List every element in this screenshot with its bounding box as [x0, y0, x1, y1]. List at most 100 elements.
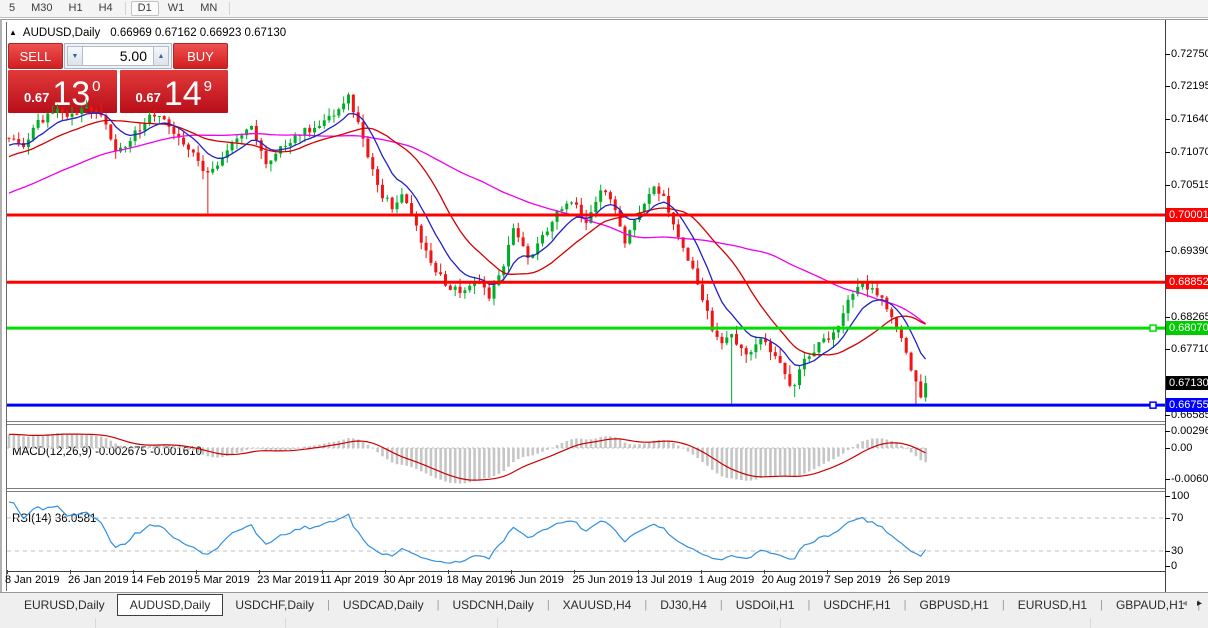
price-tick-label: 0.67710	[1171, 343, 1208, 356]
date-axis-label: 30 Apr 2019	[383, 574, 442, 586]
tab-eurusd-daily[interactable]: EURUSD,Daily	[12, 595, 117, 615]
price-tick-label: 0.70515	[1171, 179, 1208, 192]
status-strip	[0, 617, 1208, 628]
scroll-tabs-left-icon[interactable]: ◂	[1182, 598, 1187, 609]
statusbar-cell-divider	[1090, 618, 1091, 628]
price-axis-border	[1165, 20, 1166, 592]
toolbar-separator	[125, 2, 126, 15]
macd-signal-line	[9, 434, 926, 480]
date-axis-tick	[196, 570, 197, 574]
tab-usdcnh-daily[interactable]: USDCNH,Daily	[440, 595, 545, 615]
rsi-axis-dash	[1165, 551, 1170, 552]
date-axis-label: 25 Jun 2019	[572, 574, 633, 586]
date-axis-label: 8 Jan 2019	[5, 574, 59, 586]
tab-gbpusd-h1[interactable]: GBPUSD,H1	[908, 595, 1001, 615]
timeframe-h4[interactable]: H4	[92, 1, 120, 16]
date-axis-tick	[764, 570, 765, 574]
macd-axis-label: 0.002968	[1171, 425, 1208, 438]
rsi-axis-label: 70	[1171, 512, 1183, 525]
macd-axis-dash	[1165, 479, 1170, 480]
price-tick-label: 0.69390	[1171, 245, 1208, 258]
tab-scroll-buttons: ◂ ▸	[1182, 598, 1202, 609]
price-chart-canvas[interactable]	[7, 23, 1165, 421]
rsi-axis-dash	[1165, 496, 1170, 497]
tab-xauusd-h4[interactable]: XAUUSD,H4	[551, 595, 644, 615]
price-tick-dash	[1165, 119, 1170, 120]
statusbar-cell-divider	[780, 618, 781, 628]
date-axis-label: 23 Mar 2019	[257, 574, 319, 586]
mt4-terminal: 5M30H1H4 D1W1MN ▲AUDUSD,Daily0.66969 0.67…	[0, 0, 1208, 628]
date-axis-label: 14 Feb 2019	[131, 574, 193, 586]
toolbar-separator	[229, 2, 230, 15]
tab-usdoil-h1[interactable]: USDOil,H1	[724, 595, 807, 615]
hline-price-label[interactable]: 0.68852	[1166, 275, 1208, 289]
timeframe-toolbar: 5M30H1H4 D1W1MN	[0, 0, 1208, 18]
rsi-axis-dash	[1165, 518, 1170, 519]
price-tick-dash	[1165, 185, 1170, 186]
date-axis-tick	[701, 570, 702, 574]
date-axis-label: 11 Apr 2019	[320, 574, 379, 586]
hline-price-label[interactable]: 0.68070	[1166, 321, 1208, 335]
tab-usdcad-daily[interactable]: USDCAD,Daily	[331, 595, 436, 615]
horizontal-lines-group	[7, 215, 1165, 408]
price-tick-label: 0.72195	[1171, 80, 1208, 93]
timeframe-d1[interactable]: D1	[131, 1, 159, 16]
macd-pane-canvas[interactable]	[7, 425, 1165, 487]
tab-usdchf-h1[interactable]: USDCHF,H1	[811, 595, 902, 615]
price-tick-label: 0.71640	[1171, 113, 1208, 126]
price-tick-dash	[1165, 54, 1170, 55]
date-axis-tick	[448, 570, 449, 574]
tab-dj30-h4[interactable]: DJ30,H4	[648, 595, 719, 615]
date-axis-label: 7 Sep 2019	[825, 574, 881, 586]
statusbar-cell-divider	[497, 618, 498, 628]
price-tick-dash	[1165, 415, 1170, 416]
date-axis-tick	[638, 570, 639, 574]
date-axis-tick	[385, 570, 386, 574]
rsi-axis-label: 0	[1171, 560, 1177, 573]
date-axis-tick	[322, 570, 323, 574]
date-axis-label: 26 Jan 2019	[68, 574, 129, 586]
date-axis-tick	[7, 570, 8, 574]
macd-axis-label: 0.00	[1171, 442, 1192, 455]
chart-window: ▲AUDUSD,Daily0.66969 0.67162 0.66923 0.6…	[0, 19, 1208, 592]
macd-axis-label: -0.006047	[1171, 473, 1208, 486]
date-axis-tick	[259, 570, 260, 574]
rsi-pane-canvas[interactable]	[7, 492, 1165, 571]
tab-strip: EURUSD,DailyAUDUSD,DailyUSDCHF,Daily|USD…	[0, 593, 1208, 617]
date-axis-label: 20 Aug 2019	[762, 574, 824, 586]
price-tick-label: 0.71070	[1171, 146, 1208, 159]
timeframe-h1[interactable]: H1	[62, 1, 90, 16]
timeframe-mn[interactable]: MN	[193, 1, 224, 16]
hline-price-label[interactable]: 0.66755	[1166, 398, 1208, 412]
statusbar-cell-divider	[95, 618, 96, 628]
price-tick-dash	[1165, 152, 1170, 153]
rsi-line	[9, 502, 926, 563]
tab-audusd-daily[interactable]: AUDUSD,Daily	[117, 594, 224, 616]
timeframe-5[interactable]: 5	[2, 1, 22, 16]
tab-usdchf-daily[interactable]: USDCHF,Daily	[223, 595, 326, 615]
tab-eurusd-h1[interactable]: EURUSD,H1	[1006, 595, 1099, 615]
date-axis-label: 18 May 2019	[446, 574, 510, 586]
price-tick-dash	[1165, 86, 1170, 87]
tab-usdjp[interactable]: USDJP	[1201, 595, 1208, 615]
hline-price-label[interactable]: 0.70001	[1166, 208, 1208, 222]
date-axis-label: 6 Jun 2019	[509, 574, 563, 586]
rsi-axis-label: 30	[1171, 545, 1183, 558]
date-axis-tick	[511, 570, 512, 574]
rsi-axis-dash	[1165, 566, 1170, 567]
macd-axis-dash	[1165, 431, 1170, 432]
scroll-tabs-right-icon[interactable]: ▸	[1197, 598, 1202, 609]
date-axis-tick	[70, 570, 71, 574]
date-axis-label: 1 Aug 2019	[699, 574, 755, 586]
current-price-label[interactable]: 0.67130	[1166, 376, 1208, 390]
timeframe-m30[interactable]: M30	[24, 1, 59, 16]
statusbar-cell-divider	[285, 618, 286, 628]
date-axis-tick	[890, 570, 891, 574]
date-axis-tick	[574, 570, 575, 574]
timeframe-w1[interactable]: W1	[161, 1, 192, 16]
rsi-levels	[7, 518, 1165, 551]
date-axis-label: 26 Sep 2019	[888, 574, 950, 586]
macd-axis-dash	[1165, 448, 1170, 449]
date-axis-label: 13 Jul 2019	[636, 574, 693, 586]
price-tick-label: 0.72750	[1171, 48, 1208, 61]
